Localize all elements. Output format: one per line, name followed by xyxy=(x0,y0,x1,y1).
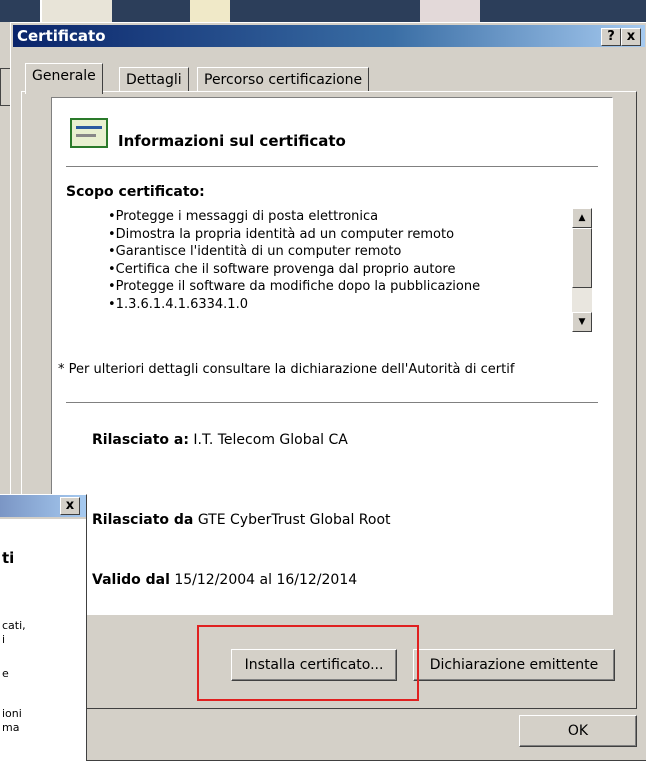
ok-button[interactable]: OK xyxy=(519,715,637,747)
fragment-text: cati, xyxy=(2,619,26,632)
scroll-down-icon[interactable]: ▼ xyxy=(572,312,592,332)
fragment-text: ioni xyxy=(2,707,22,720)
window-title: Certificato xyxy=(17,27,106,45)
scroll-up-icon[interactable]: ▲ xyxy=(572,208,592,228)
valid-label: Valido dal xyxy=(92,572,170,588)
purposes-list: •Protegge i messaggi di posta elettronic… xyxy=(108,208,548,313)
certificate-info-panel: Informazioni sul certificato Scopo certi… xyxy=(51,97,613,615)
issued-by-row: Rilasciato da GTE CyberTrust Global Root xyxy=(92,512,391,528)
valid-to: 16/12/2014 xyxy=(276,572,358,588)
list-item: •Certifica che il software provenga dal … xyxy=(108,261,456,277)
authority-note: * Per ulteriori dettagli consultare la d… xyxy=(58,362,515,377)
purposes-scrollbar[interactable]: ▲ ▼ xyxy=(572,208,592,332)
fragment-text: ti xyxy=(2,549,15,567)
valid-from: 15/12/2004 xyxy=(174,572,256,588)
issued-by-value: GTE CyberTrust Global Root xyxy=(197,512,391,528)
close-icon[interactable]: x xyxy=(60,497,80,515)
background-dialog-body: ti cati, i e ioni ma xyxy=(0,519,86,761)
highlight-box xyxy=(197,625,419,701)
fragment-text: ma xyxy=(2,721,20,734)
list-item: •Garantisce l'identità di un computer re… xyxy=(108,244,402,259)
list-item: •1.3.6.1.4.1.6334.1.0 xyxy=(108,296,248,312)
help-button[interactable]: ? xyxy=(601,28,621,46)
tab-dettagli[interactable]: Dettagli xyxy=(119,67,189,92)
valid-separator: al xyxy=(259,572,272,588)
certificate-dialog: Certificato ? x Generale Dettagli Percor… xyxy=(10,22,646,761)
info-heading: Informazioni sul certificato xyxy=(118,132,346,150)
background-window-fragment xyxy=(190,0,230,22)
issued-to-label: Rilasciato a: xyxy=(92,432,189,448)
issued-to-row: Rilasciato a: I.T. Telecom Global CA xyxy=(92,432,348,448)
issued-by-label: Rilasciato da xyxy=(92,512,194,528)
list-item: •Protegge il software da modifiche dopo … xyxy=(108,279,481,294)
fragment-text: i xyxy=(2,633,6,646)
background-dialog: x ti cati, i e ioni ma xyxy=(0,494,87,761)
tab-generale[interactable]: Generale xyxy=(25,63,103,94)
divider xyxy=(66,402,598,404)
issuer-statement-button[interactable]: Dichiarazione emittente xyxy=(413,649,615,681)
validity-row: Valido dal 15/12/2004 al 16/12/2014 xyxy=(92,572,357,588)
background-window-fragment xyxy=(420,0,480,22)
scope-label: Scopo certificato: xyxy=(66,184,205,200)
issued-to-value: I.T. Telecom Global CA xyxy=(193,432,348,448)
certificate-icon xyxy=(70,118,108,148)
title-bar: Certificato ? x xyxy=(13,25,645,47)
scroll-thumb[interactable] xyxy=(572,228,592,288)
list-item: •Protegge i messaggi di posta elettronic… xyxy=(108,209,379,224)
list-item: •Dimostra la propria identità ad un comp… xyxy=(108,226,455,242)
background-window-fragment xyxy=(40,0,112,22)
fragment-text: e xyxy=(2,667,9,680)
divider xyxy=(66,166,598,168)
tab-percorso-certificazione[interactable]: Percorso certificazione xyxy=(197,67,370,92)
close-button[interactable]: x xyxy=(621,28,641,46)
